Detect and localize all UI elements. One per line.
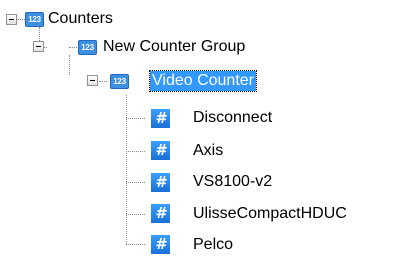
- hash-icon: #: [151, 235, 170, 254]
- tree-connector: [126, 182, 145, 183]
- tree-node-label-selected[interactable]: Video Counter: [149, 70, 257, 92]
- 123-counter-icon: 123: [78, 40, 97, 55]
- tree-connector: [17, 19, 25, 20]
- tree-node-label[interactable]: UlisseCompactHDUC: [193, 204, 347, 224]
- tree-node-label[interactable]: Counters: [48, 9, 113, 29]
- tree-node-label[interactable]: New Counter Group: [103, 37, 245, 57]
- hash-icon: #: [151, 141, 170, 160]
- tree-node-label[interactable]: Pelco: [193, 235, 233, 255]
- 123-counter-icon: 123: [110, 74, 129, 89]
- tree-view[interactable]: 123 Counters 123 New Counter Group 123 V…: [0, 0, 395, 259]
- tree-connector: [69, 47, 77, 48]
- tree-connector: [126, 244, 145, 245]
- 123-counter-icon: 123: [25, 12, 44, 27]
- tree-node-label[interactable]: Axis: [193, 141, 223, 161]
- tree-node-label[interactable]: Disconnect: [193, 108, 272, 128]
- tree-connector: [69, 55, 70, 75]
- tree-node-label[interactable]: VS8100-v2: [193, 172, 272, 192]
- hash-icon: #: [151, 109, 170, 128]
- hash-icon: #: [151, 204, 170, 223]
- tree-connector: [99, 81, 107, 82]
- hash-icon: #: [151, 173, 170, 192]
- tree-connector: [126, 214, 145, 215]
- tree-connector: [126, 151, 145, 152]
- collapse-toggle-icon[interactable]: [33, 41, 44, 52]
- collapse-toggle-icon[interactable]: [87, 75, 98, 86]
- collapse-toggle-icon[interactable]: [6, 14, 17, 25]
- tree-connector: [126, 118, 145, 119]
